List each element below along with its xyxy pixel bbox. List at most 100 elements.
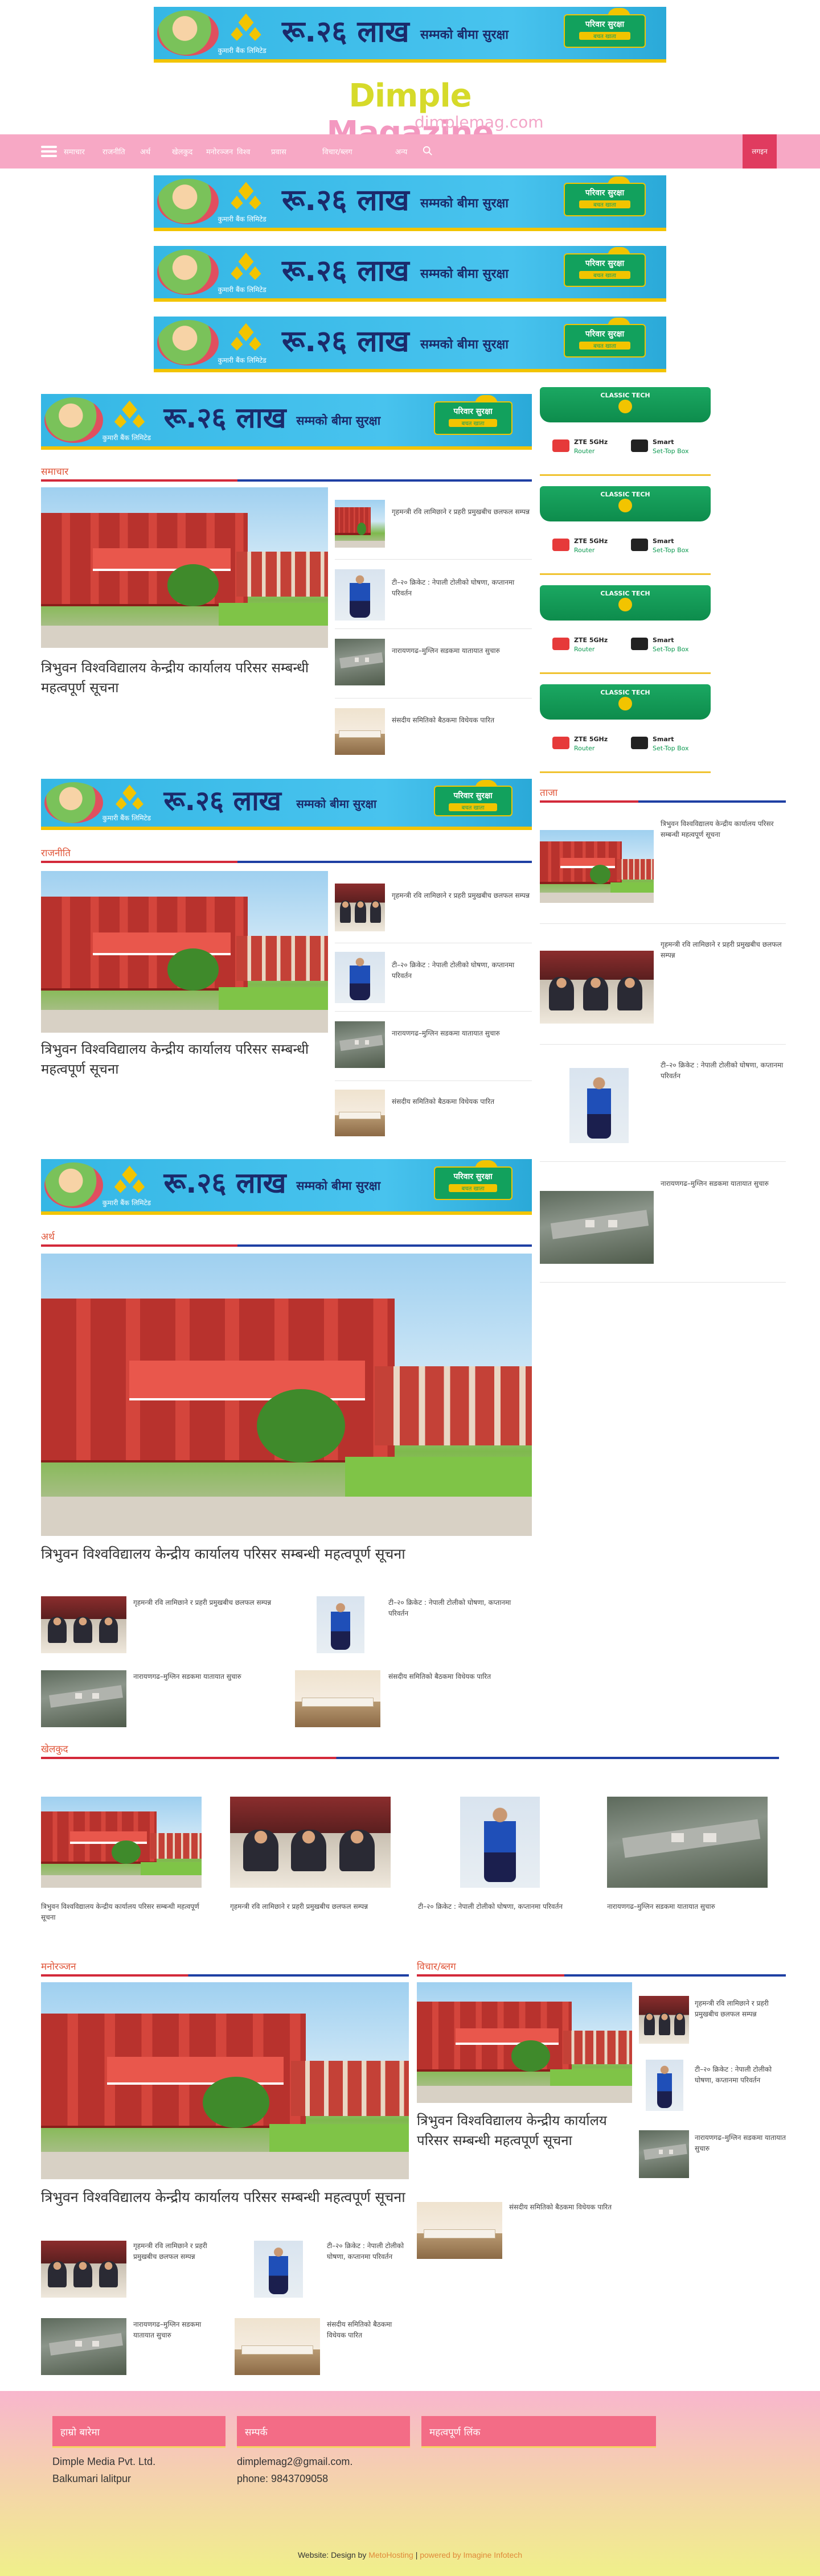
lead-headline[interactable]: त्रिभुवन विश्वविद्यालय केन्द्रीय कार्याल… (417, 2111, 632, 2151)
card-photo[interactable] (460, 1797, 540, 1888)
credit-designer-link[interactable]: MetoHosting (368, 2550, 413, 2559)
thumb-photo[interactable] (639, 1996, 689, 2044)
card-headline[interactable]: नारायणगढ–मुग्लिन सडकमा यातायात सुचारु (607, 1901, 772, 1912)
lead-headline[interactable]: त्रिभुवन विश्वविद्यालय केन्द्रीय कार्याल… (41, 2187, 409, 2208)
ad-banner-5[interactable]: कुमारी बैंक लिमिटेड रू.२६ लाख सम्मको बीमा … (41, 394, 532, 450)
nav-item-news[interactable]: समाचार (64, 146, 85, 157)
side-headline[interactable]: टी–२० क्रिकेट : नेपाली टोलीको घोषणा, कप्… (392, 577, 532, 599)
thumb-photo[interactable] (417, 2202, 502, 2259)
lead-photo[interactable] (41, 487, 328, 648)
nav-item-world[interactable]: विश्व (237, 146, 250, 157)
side-headline[interactable]: नारायणगढ–मुग्लिन सडकमा यातायात सुचारु (392, 646, 532, 656)
lead-headline[interactable]: त्रिभुवन विश्वविद्यालय केन्द्रीय कार्याल… (41, 1544, 532, 1564)
ad-banner-3[interactable]: कुमारी बैंक लिमिटेड रू.२६ लाख सम्मको बीमा … (154, 246, 666, 302)
ad-banner-2[interactable]: कुमारी बैंक लिमिटेड रू.२६ लाख सम्मको बीमा … (154, 175, 666, 231)
grid-headline[interactable]: संसदीय समितिको बैठकमा विधेयक पारित (388, 1671, 532, 1682)
lead-photo[interactable] (41, 1254, 532, 1536)
lead-photo[interactable] (417, 1982, 632, 2103)
sidebar-ad-2[interactable]: CLASSIC TECH ZTE 5GHz Router Smart Set-Top… (540, 486, 711, 575)
side-headline[interactable]: गृहमन्त्री रवि लामिछाने र प्रहरी प्रमुखब… (392, 507, 532, 517)
section-heading-latest: ताजा (540, 786, 786, 803)
thumb-photo[interactable] (646, 2060, 683, 2111)
sidebar-ad-3[interactable]: CLASSIC TECH ZTE 5GHz Router Smart Set-Top… (540, 585, 711, 674)
card-photo[interactable] (41, 1797, 202, 1888)
lead-headline[interactable]: त्रिभुवन विश्वविद्यालय केन्द्रीय कार्याल… (41, 658, 328, 698)
latest-thumb[interactable] (540, 830, 654, 903)
top-ad-banner[interactable]: कुमारी बैंक लिमिटेड रू.२६ लाख सम्मको बीम… (154, 7, 666, 63)
section-heading-news: समाचार (41, 465, 532, 482)
side-headline[interactable]: संसदीय समितिको बैठकमा विधेयक पारित (392, 1096, 532, 1107)
latest-thumb[interactable] (540, 1191, 654, 1264)
thumb-photo[interactable] (317, 1596, 364, 1653)
thumb-photo[interactable] (295, 1670, 380, 1727)
thumb-photo[interactable] (41, 1670, 126, 1727)
card-headline[interactable]: त्रिभुवन विश्वविद्यालय केन्द्रीय कार्याल… (41, 1901, 206, 1923)
ad-badge: परिवार सुरक्षा बचत खाता (564, 14, 646, 48)
thumb-photo[interactable] (335, 1021, 385, 1068)
grid-headline[interactable]: गृहमन्त्री रवि लामिछाने र प्रहरी प्रमुखब… (133, 2241, 219, 2262)
thumb-photo[interactable] (41, 2241, 126, 2298)
ad-banner-7[interactable]: कुमारी बैंक लिमिटेड रू.२६ लाख सम्मको बीमा … (41, 1159, 532, 1215)
thumb-photo[interactable] (235, 2318, 320, 2375)
card-photo[interactable] (607, 1797, 768, 1888)
thumb-photo[interactable] (335, 1090, 385, 1136)
thumb-photo[interactable] (254, 2241, 303, 2298)
side-headline[interactable]: नारायणगढ–मुग्लिन सडकमा यातायात सुचारु (695, 2133, 786, 2154)
thumb-photo[interactable] (639, 2130, 689, 2178)
side-headline[interactable]: गृहमन्त्री रवि लामिछाने र प्रहरी प्रमुखब… (392, 890, 532, 901)
thumb-photo[interactable] (335, 569, 385, 621)
thumb-photo[interactable] (335, 500, 385, 548)
thumb-photo[interactable] (41, 2318, 126, 2375)
grid-headline[interactable]: टी–२० क्रिकेट : नेपाली टोलीको घोषणा, कप्… (388, 1597, 532, 1619)
nav-item-politics[interactable]: राजनीति (102, 146, 125, 157)
credit-powered-link[interactable]: powered by Imagine Infotech (420, 2550, 522, 2559)
grid-headline[interactable]: संसदीय समितिको बैठकमा विधेयक पारित (327, 2319, 409, 2341)
credit-prefix: Website: Design by (297, 2550, 367, 2559)
card-photo[interactable] (230, 1797, 391, 1888)
card-headline[interactable]: टी–२० क्रिकेट : नेपाली टोलीको घोषणा, कप्… (418, 1901, 583, 1912)
grid-headline[interactable]: गृहमन्त्री रवि लामिछाने र प्रहरी प्रमुखब… (133, 1597, 276, 1608)
latest-headline[interactable]: त्रिभुवन विश्वविद्यालय केन्द्रीय कार्याल… (661, 819, 786, 840)
side-headline[interactable]: संसदीय समितिको बैठकमा विधेयक पारित (392, 715, 532, 726)
sidebar-ad-1[interactable]: CLASSIC TECH ZTE 5GHz Router Smart Set-Top… (540, 387, 711, 476)
ad-company: कुमारी बैंक लिमिटेड (218, 46, 266, 55)
nav-item-sports[interactable]: खेलकुद (172, 146, 192, 157)
ad-banner-6[interactable]: कुमारी बैंक लिमिटेड रू.२६ लाख सम्मको बीमा … (41, 779, 532, 830)
menu-icon[interactable] (41, 143, 57, 159)
nav-item-entertainment[interactable]: मनोरञ्जन (206, 146, 233, 157)
grid-headline[interactable]: संसदीय समितिको बैठकमा विधेयक पारित (509, 2202, 623, 2213)
side-headline[interactable]: नारायणगढ–मुग्लिन सडकमा यातायात सुचारु (392, 1028, 532, 1039)
grid-headline[interactable]: टी–२० क्रिकेट : नेपाली टोलीको घोषणा, कप्… (327, 2241, 409, 2262)
side-headline[interactable]: टी–२० क्रिकेट : नेपाली टोलीको घोषणा, कप्… (392, 960, 532, 981)
lead-headline[interactable]: त्रिभुवन विश्वविद्यालय केन्द्रीय कार्याल… (41, 1040, 328, 1079)
side-headline[interactable]: गृहमन्त्री रवि लामिछाने र प्रहरी प्रमुखब… (695, 1998, 786, 2020)
thumb-photo[interactable] (335, 884, 385, 931)
grid-headline[interactable]: नारायणगढ–मुग्लिन सडकमा यातायात सुचारु (133, 1671, 276, 1682)
card-headline[interactable]: गृहमन्त्री रवि लामिछाने र प्रहरी प्रमुखब… (230, 1901, 395, 1912)
ad-banner-4[interactable]: कुमारी बैंक लिमिटेड रू.२६ लाख सम्मको बीमा … (154, 317, 666, 372)
sidebar-ad-4[interactable]: CLASSIC TECH ZTE 5GHz Router Smart Set-Top… (540, 684, 711, 773)
site-footer: हाम्रो बारेमा सम्पर्क महत्वपूर्ण लिंक Di… (0, 2391, 820, 2576)
nav-item-blog[interactable]: विचार/ब्लग (322, 146, 352, 157)
grid-headline[interactable]: नारायणगढ–मुग्लिन सडकमा यातायात सुचारु (133, 2319, 219, 2341)
latest-thumb[interactable] (540, 951, 654, 1024)
nav-item-economy[interactable]: अर्थ (140, 146, 150, 157)
thumb-photo[interactable] (335, 708, 385, 755)
search-icon[interactable] (423, 146, 433, 156)
thumb-photo[interactable] (335, 639, 385, 685)
footer-email[interactable]: dimplemag2@gmail.com. (237, 2456, 352, 2468)
latest-headline[interactable]: नारायणगढ–मुग्लिन सडकमा यातायात सुचारु (661, 1178, 786, 1189)
latest-headline[interactable]: गृहमन्त्री रवि लामिछाने र प्रहरी प्रमुखब… (661, 939, 786, 961)
login-button[interactable]: लगइन (743, 134, 777, 169)
latest-headline[interactable]: टी–२० क्रिकेट : नेपाली टोलीको घोषणा, कप्… (661, 1060, 786, 1082)
thumb-photo[interactable] (335, 952, 385, 1003)
latest-thumb[interactable] (569, 1068, 629, 1143)
bank-logo-icon (226, 251, 266, 281)
side-headline[interactable]: टी–२० क्रिकेट : नेपाली टोलीको घोषणा, कप्… (695, 2064, 786, 2086)
nav-item-diaspora[interactable]: प्रवास (271, 146, 286, 157)
lead-photo[interactable] (41, 871, 328, 1033)
nav-item-more[interactable]: अन्य (395, 146, 407, 157)
thumb-photo[interactable] (41, 1596, 126, 1653)
lead-photo[interactable] (41, 1982, 409, 2179)
section-heading-sports: खेलकुद (41, 1742, 779, 1759)
